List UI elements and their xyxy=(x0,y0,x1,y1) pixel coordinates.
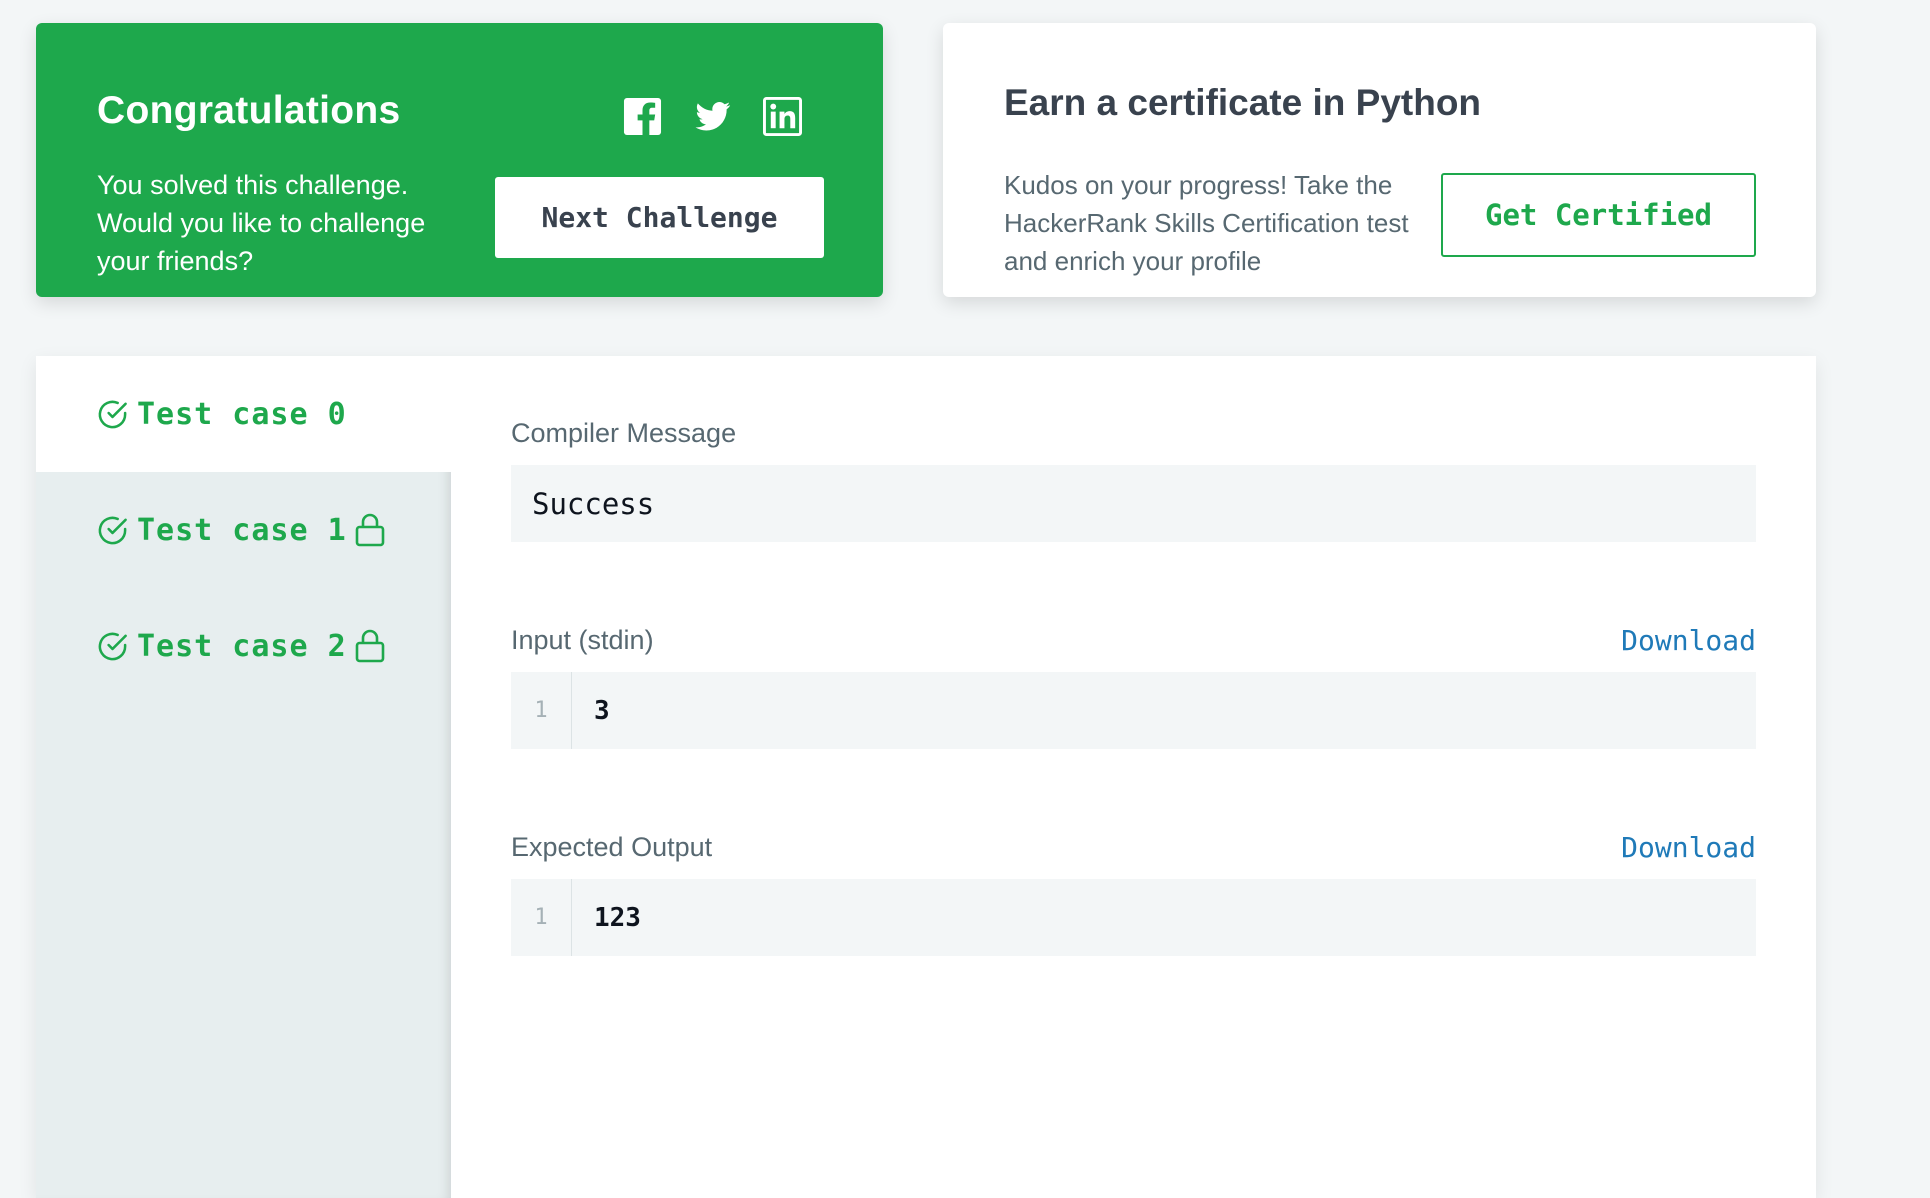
congrats-message: You solved this challenge. Would you lik… xyxy=(97,166,497,280)
tab-test-case-1[interactable]: Test case 1 xyxy=(36,472,451,588)
congrats-message-line: You solved this challenge. xyxy=(97,170,409,200)
certificate-text-line: and enrich your profile xyxy=(1004,246,1262,276)
compiler-message-label: Compiler Message xyxy=(511,418,737,448)
expected-output-download-link[interactable]: Download xyxy=(1621,831,1756,864)
expected-output-code-line: 123 xyxy=(594,902,641,933)
congrats-message-line: your friends? xyxy=(97,246,254,276)
facebook-icon[interactable] xyxy=(623,97,662,136)
test-case-tab-list: Test case 0 Test case 1 Test case 2 xyxy=(36,356,451,1198)
line-number: 1 xyxy=(511,672,572,749)
get-certified-button[interactable]: Get Certified xyxy=(1441,173,1756,257)
expected-output-label: Expected Output xyxy=(511,832,713,862)
test-results-panel: Test case 0 Test case 1 Test case 2 Comp… xyxy=(36,356,1816,1198)
certificate-title: Earn a certificate in Python xyxy=(1004,82,1482,123)
input-download-link[interactable]: Download xyxy=(1621,624,1756,657)
tab-test-case-0[interactable]: Test case 0 xyxy=(36,356,451,472)
certificate-text-line: HackerRank Skills Certification test xyxy=(1004,208,1409,238)
congrats-title: Congratulations xyxy=(97,89,401,132)
congrats-message-line: Would you like to challenge xyxy=(97,208,426,238)
congrats-card: Congratulations You solved this challeng… xyxy=(36,23,883,297)
linkedin-icon[interactable] xyxy=(763,97,802,136)
lock-icon xyxy=(355,629,384,663)
tab-label: Test case 2 xyxy=(137,628,347,664)
certificate-text: Kudos on your progress! Take the HackerR… xyxy=(1004,166,1434,280)
input-code-line: 3 xyxy=(594,695,610,726)
compiler-message-box: Success xyxy=(511,465,1756,542)
certificate-card: Earn a certificate in Python Kudos on yo… xyxy=(943,23,1816,297)
check-circle-icon xyxy=(98,632,127,660)
input-code-box: 1 3 xyxy=(511,672,1756,749)
twitter-icon[interactable] xyxy=(693,97,732,136)
tab-label: Test case 1 xyxy=(137,512,347,548)
check-circle-icon xyxy=(98,516,127,544)
tab-label: Test case 0 xyxy=(137,396,347,432)
next-challenge-button[interactable]: Next Challenge xyxy=(495,177,824,258)
check-circle-icon xyxy=(98,400,127,428)
lock-icon xyxy=(355,513,384,547)
input-label: Input (stdin) xyxy=(511,625,654,655)
line-number: 1 xyxy=(511,879,572,956)
tab-test-case-2[interactable]: Test case 2 xyxy=(36,588,451,704)
expected-output-code-box: 1 123 xyxy=(511,879,1756,956)
certificate-text-line: Kudos on your progress! Take the xyxy=(1004,170,1393,200)
